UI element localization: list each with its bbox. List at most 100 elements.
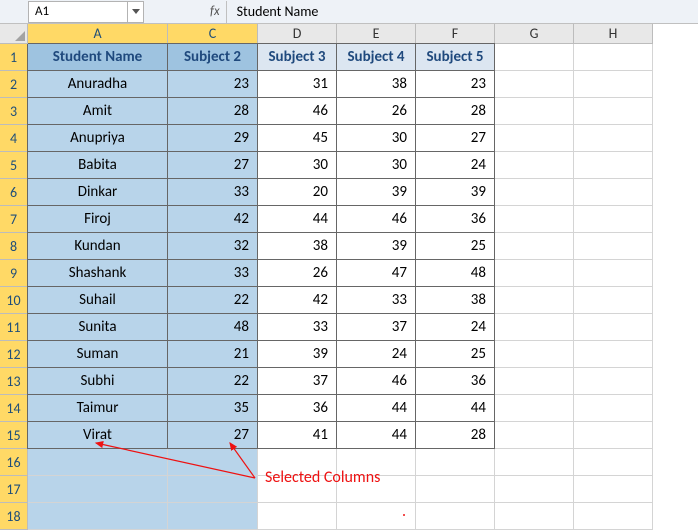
cell-F11[interactable]: 24 <box>415 313 495 341</box>
cell-C18[interactable] <box>168 503 258 530</box>
cell-D18[interactable] <box>258 503 337 530</box>
cell-H7[interactable] <box>574 206 653 233</box>
row-header-16[interactable]: 16 <box>0 449 28 476</box>
cell-D7[interactable]: 44 <box>257 205 337 233</box>
cell-F9[interactable]: 48 <box>415 259 495 287</box>
cell-D9[interactable]: 26 <box>257 259 337 287</box>
cell-A9[interactable]: Shashank <box>27 259 168 287</box>
cell-F10[interactable]: 38 <box>415 286 495 314</box>
cell-H1[interactable] <box>574 44 653 71</box>
cell-H18[interactable] <box>574 503 653 530</box>
row-header-17[interactable]: 17 <box>0 476 28 503</box>
spreadsheet-grid[interactable]: ACDEFGH1Student NameSubject 2Subject 3Su… <box>0 24 698 530</box>
formula-bar-content[interactable]: Student Name <box>227 3 329 20</box>
row-header-14[interactable]: 14 <box>0 395 28 422</box>
cell-E12[interactable]: 24 <box>336 340 416 368</box>
row-header-9[interactable]: 9 <box>0 260 28 287</box>
cell-G15[interactable] <box>495 422 574 449</box>
cell-A17[interactable] <box>28 476 168 503</box>
col-header-c[interactable]: C <box>168 24 258 44</box>
row-header-12[interactable]: 12 <box>0 341 28 368</box>
cell-F12[interactable]: 25 <box>415 340 495 368</box>
cell-A1[interactable]: Student Name <box>27 43 168 71</box>
cell-A13[interactable]: Subhi <box>27 367 168 395</box>
cell-G12[interactable] <box>495 341 574 368</box>
cell-G9[interactable] <box>495 260 574 287</box>
cell-C10[interactable]: 22 <box>167 286 258 314</box>
cell-D15[interactable]: 41 <box>257 421 337 449</box>
cell-F6[interactable]: 39 <box>415 178 495 206</box>
row-header-10[interactable]: 10 <box>0 287 28 314</box>
cell-H13[interactable] <box>574 368 653 395</box>
cell-A8[interactable]: Kundan <box>27 232 168 260</box>
cell-G8[interactable] <box>495 233 574 260</box>
col-header-h[interactable]: H <box>574 24 653 44</box>
cell-A4[interactable]: Anupriya <box>27 124 168 152</box>
cell-H2[interactable] <box>574 71 653 98</box>
cell-E7[interactable]: 46 <box>336 205 416 233</box>
cell-D5[interactable]: 30 <box>257 151 337 179</box>
cell-G14[interactable] <box>495 395 574 422</box>
cell-E4[interactable]: 30 <box>336 124 416 152</box>
cell-C9[interactable]: 33 <box>167 259 258 287</box>
cell-G4[interactable] <box>495 125 574 152</box>
cell-D16[interactable] <box>258 449 337 476</box>
cell-D11[interactable]: 33 <box>257 313 337 341</box>
col-header-g[interactable]: G <box>495 24 574 44</box>
cell-A5[interactable]: Babita <box>27 151 168 179</box>
cell-F2[interactable]: 23 <box>415 70 495 98</box>
cell-C11[interactable]: 48 <box>167 313 258 341</box>
cell-E8[interactable]: 39 <box>336 232 416 260</box>
cell-F18[interactable] <box>416 503 495 530</box>
cell-C13[interactable]: 22 <box>167 367 258 395</box>
cell-E13[interactable]: 46 <box>336 367 416 395</box>
col-header-f[interactable]: F <box>416 24 495 44</box>
cell-H10[interactable] <box>574 287 653 314</box>
cell-E3[interactable]: 26 <box>336 97 416 125</box>
cell-H12[interactable] <box>574 341 653 368</box>
cell-C17[interactable] <box>168 476 258 503</box>
fx-icon[interactable]: fx <box>204 1 227 23</box>
cell-E16[interactable] <box>337 449 416 476</box>
select-all-corner[interactable] <box>0 24 28 44</box>
cell-G10[interactable] <box>495 287 574 314</box>
cell-H17[interactable] <box>574 476 653 503</box>
cell-H16[interactable] <box>574 449 653 476</box>
cell-A16[interactable] <box>28 449 168 476</box>
cell-D14[interactable]: 36 <box>257 394 337 422</box>
cell-C12[interactable]: 21 <box>167 340 258 368</box>
cell-C6[interactable]: 33 <box>167 178 258 206</box>
cell-G17[interactable] <box>495 476 574 503</box>
cell-D12[interactable]: 39 <box>257 340 337 368</box>
row-header-11[interactable]: 11 <box>0 314 28 341</box>
cell-E6[interactable]: 39 <box>336 178 416 206</box>
cell-C15[interactable]: 27 <box>167 421 258 449</box>
row-header-18[interactable]: 18 <box>0 503 28 530</box>
cell-D2[interactable]: 31 <box>257 70 337 98</box>
name-box-dropdown[interactable] <box>128 1 144 23</box>
row-header-7[interactable]: 7 <box>0 206 28 233</box>
cell-F15[interactable]: 28 <box>415 421 495 449</box>
cell-F1[interactable]: Subject 5 <box>415 43 495 71</box>
cell-H5[interactable] <box>574 152 653 179</box>
cell-C1[interactable]: Subject 2 <box>167 43 258 71</box>
cell-D10[interactable]: 42 <box>257 286 337 314</box>
cell-E2[interactable]: 38 <box>336 70 416 98</box>
row-header-5[interactable]: 5 <box>0 152 28 179</box>
row-header-8[interactable]: 8 <box>0 233 28 260</box>
row-header-3[interactable]: 3 <box>0 98 28 125</box>
cell-E15[interactable]: 44 <box>336 421 416 449</box>
cell-E17[interactable] <box>337 476 416 503</box>
cell-F4[interactable]: 27 <box>415 124 495 152</box>
cell-E14[interactable]: 44 <box>336 394 416 422</box>
row-header-15[interactable]: 15 <box>0 422 28 449</box>
cell-E5[interactable]: 30 <box>336 151 416 179</box>
cell-H15[interactable] <box>574 422 653 449</box>
cell-H14[interactable] <box>574 395 653 422</box>
name-box[interactable]: A1 <box>28 1 128 23</box>
cell-D4[interactable]: 45 <box>257 124 337 152</box>
cell-H11[interactable] <box>574 314 653 341</box>
cell-D8[interactable]: 38 <box>257 232 337 260</box>
cell-D3[interactable]: 46 <box>257 97 337 125</box>
cell-A10[interactable]: Suhail <box>27 286 168 314</box>
